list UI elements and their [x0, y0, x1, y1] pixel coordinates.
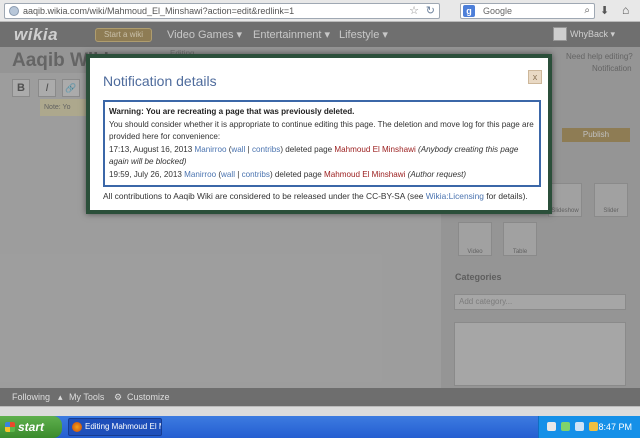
address-text: aaqib.wikia.com/wiki/Mahmoud_El_Minshawi… — [23, 6, 295, 16]
deletion-warning-box: Warning: You are recreating a page that … — [103, 100, 541, 187]
browser-toolbar: aaqib.wikia.com/wiki/Mahmoud_El_Minshawi… — [0, 0, 640, 22]
log-time: 17:13, August 16, 2013 — [109, 144, 193, 154]
log-contribs-link[interactable]: contribs — [242, 170, 270, 179]
log-user-link[interactable]: Manirroo — [184, 170, 216, 179]
bookmark-star-icon[interactable]: ☆ — [409, 4, 419, 18]
search-bar[interactable]: g Google ⌕ — [460, 3, 595, 19]
taskbar-firefox-item[interactable]: Editing Mahmoud El M... — [68, 418, 162, 436]
notification-modal: Notification details x Warning: You are … — [86, 54, 552, 214]
search-engine-icon[interactable]: g — [463, 5, 475, 17]
horizontal-scrollbar[interactable] — [0, 406, 640, 416]
customize-link[interactable]: Customize — [127, 392, 170, 402]
log-action: deleted page — [283, 144, 335, 154]
shield-icon[interactable] — [589, 422, 598, 431]
warning-heading: Warning: You are recreating a page that … — [109, 107, 355, 116]
tray-icon[interactable] — [547, 422, 556, 431]
search-icon[interactable]: ⌕ — [584, 4, 590, 18]
log-user-link[interactable]: Manirroo — [195, 145, 227, 154]
following-link[interactable]: Following — [12, 392, 50, 402]
log-wall-link[interactable]: wall — [221, 170, 235, 179]
log-reason: (Author request) — [407, 169, 467, 179]
log-page-link[interactable]: Mahmoud El Minshawi — [334, 145, 415, 154]
firefox-icon — [72, 422, 82, 432]
wikia-toolbar: Following ▴ My Tools ⚙ Customize — [0, 388, 640, 406]
network-icon[interactable] — [561, 422, 570, 431]
my-tools-link[interactable]: My Tools — [69, 392, 104, 402]
gear-icon[interactable]: ⚙ — [114, 392, 122, 403]
start-label: start — [18, 420, 45, 434]
windows-logo-icon — [5, 422, 15, 432]
site-identity-icon[interactable] — [9, 6, 19, 16]
caret-up-icon[interactable]: ▴ — [58, 392, 63, 403]
log-contribs-link[interactable]: contribs — [252, 145, 280, 154]
log-entry: 19:59, July 26, 2013 Manirroo (wall | co… — [109, 169, 467, 179]
log-page-link[interactable]: Mahmoud El Minshawi — [324, 170, 405, 179]
downloads-icon[interactable]: ⬇ — [600, 4, 609, 17]
clock: 8:47 PM — [598, 422, 632, 432]
license-text-end: for details). — [483, 191, 528, 201]
home-icon[interactable]: ⌂ — [622, 3, 629, 17]
license-notice: All contributions to Aaqib Wiki are cons… — [103, 191, 528, 201]
reload-icon[interactable]: ↻ — [426, 4, 435, 18]
modal-title: Notification details — [103, 73, 217, 89]
log-entry: 17:13, August 16, 2013 Manirroo (wall | … — [109, 144, 519, 167]
log-action: deleted page — [272, 169, 324, 179]
close-button[interactable]: x — [528, 70, 542, 84]
search-placeholder: Google — [483, 6, 513, 16]
volume-icon[interactable] — [575, 422, 584, 431]
task-label: Editing Mahmoud El M... — [85, 422, 161, 431]
address-bar[interactable]: aaqib.wikia.com/wiki/Mahmoud_El_Minshawi… — [4, 3, 440, 19]
system-tray: 8:47 PM — [538, 416, 640, 438]
start-button[interactable]: start — [0, 416, 62, 438]
licensing-link[interactable]: Wikia:Licensing — [426, 191, 484, 201]
log-time: 19:59, July 26, 2013 — [109, 169, 182, 179]
warning-body: You should consider whether it is approp… — [109, 119, 534, 142]
windows-taskbar: start Editing Mahmoud El M... 8:47 PM — [0, 416, 640, 438]
log-wall-link[interactable]: wall — [231, 145, 245, 154]
license-text: All contributions to Aaqib Wiki are cons… — [103, 191, 426, 201]
